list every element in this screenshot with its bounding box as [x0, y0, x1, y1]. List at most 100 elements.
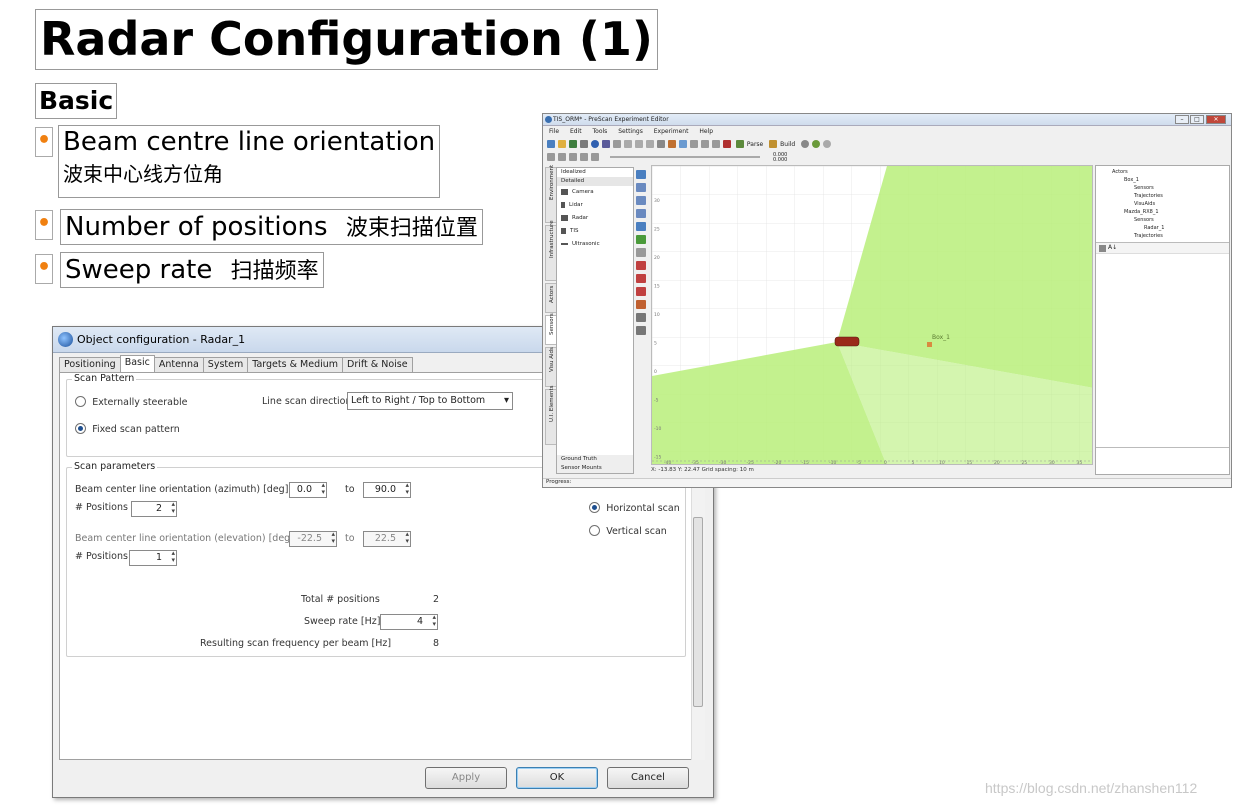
save-icon[interactable] — [569, 140, 577, 148]
play-icon[interactable] — [569, 153, 577, 161]
dialog-scrollbar-thumb[interactable] — [693, 517, 703, 707]
tab-positioning[interactable]: Positioning — [59, 357, 121, 373]
tab-antenna[interactable]: Antenna — [153, 357, 204, 373]
library-item-radar[interactable]: Radar — [557, 212, 633, 225]
road-icon[interactable] — [668, 140, 676, 148]
select-tool-icon[interactable] — [636, 170, 646, 179]
library-item-camera[interactable]: Camera — [557, 186, 633, 199]
new-icon[interactable] — [547, 140, 555, 148]
library-item-lidar[interactable]: Lidar — [557, 199, 633, 212]
menu-file[interactable]: File — [549, 128, 559, 135]
layer-icon[interactable] — [712, 140, 720, 148]
close-icon[interactable]: ✕ — [1206, 115, 1226, 124]
build-icon[interactable] — [769, 140, 778, 148]
paste-icon[interactable] — [646, 140, 654, 148]
build-button[interactable]: Build — [780, 141, 795, 148]
grid-icon[interactable] — [701, 140, 709, 148]
zoom-icon[interactable] — [657, 140, 665, 148]
tree-node-trajectories[interactable]: Trajectories — [1102, 232, 1224, 240]
vertical-scan-radio[interactable]: Vertical scan — [589, 525, 667, 537]
settings-icon[interactable] — [823, 140, 832, 148]
step-back-icon[interactable] — [558, 153, 566, 161]
tab-system[interactable]: System — [202, 357, 249, 373]
azimuth-positions-stepper[interactable]: 2 — [131, 501, 177, 517]
parse-button[interactable]: Parse — [747, 141, 763, 148]
visualize-icon[interactable] — [812, 140, 821, 148]
stop-icon[interactable] — [580, 153, 588, 161]
tree-node-visuaids[interactable]: VisuAids — [1102, 200, 1224, 208]
horizontal-scan-radio[interactable]: Horizontal scan — [589, 502, 680, 514]
ego-car[interactable] — [834, 336, 860, 347]
sensor-tool-icon[interactable] — [636, 300, 646, 309]
tree-node-trajectories[interactable]: Trajectories — [1102, 192, 1224, 200]
move-tool-icon[interactable] — [636, 222, 646, 231]
record-icon[interactable] — [723, 140, 731, 148]
menu-tools[interactable]: Tools — [593, 128, 608, 135]
tab-basic[interactable]: Basic — [119, 355, 155, 373]
pan-tool-icon[interactable] — [636, 183, 646, 192]
scene-canvas[interactable]: 30 25 20 15 10 5 0 -5 -10 -15 -40 -35 -30 -25 -20 -15 -… — [651, 165, 1093, 465]
bullet-text-en: Beam centre line orientation — [63, 127, 436, 157]
radar-beam-icon[interactable] — [636, 274, 646, 283]
menu-settings[interactable]: Settings — [618, 128, 643, 135]
azimuth-to-stepper[interactable]: 90.0 — [363, 482, 411, 498]
library-item-ultrasonic[interactable]: Ultrasonic — [557, 238, 633, 251]
elevation-to-stepper[interactable]: 22.5 — [363, 531, 411, 547]
maximize-icon[interactable]: □ — [1190, 115, 1204, 124]
tree-node-mazda[interactable]: Mazda_RX8_1 — [1102, 208, 1224, 216]
globe-icon[interactable] — [636, 313, 646, 322]
step-forward-icon[interactable] — [591, 153, 599, 161]
tab-targets-medium[interactable]: Targets & Medium — [247, 357, 344, 373]
zoom-out-icon[interactable] — [636, 209, 646, 218]
menu-help[interactable]: Help — [699, 128, 713, 135]
apply-button[interactable]: Apply — [425, 767, 507, 789]
library-header-idealized[interactable]: Idealized — [557, 168, 633, 177]
measure-tool-icon[interactable] — [636, 248, 646, 257]
externally-steerable-radio[interactable]: Externally steerable — [75, 396, 188, 408]
minimize-icon[interactable]: – — [1175, 115, 1189, 124]
library-footer-sensor-mounts[interactable]: Sensor Mounts — [557, 464, 633, 473]
time-slider[interactable] — [609, 156, 760, 158]
azimuth-from-stepper[interactable]: 0.0 — [289, 482, 327, 498]
cut-icon[interactable] — [624, 140, 632, 148]
copy-icon[interactable] — [635, 140, 643, 148]
box-1-object[interactable] — [927, 342, 932, 347]
azimuth-label: Beam center line orientation (azimuth) [… — [75, 484, 314, 495]
elevation-from-stepper[interactable]: -22.5 — [289, 531, 337, 547]
categorized-icon[interactable] — [1099, 245, 1106, 252]
elevation-positions-stepper[interactable]: 1 — [129, 550, 177, 566]
undo-icon[interactable] — [602, 140, 610, 148]
tree-node-sensors[interactable]: Sensors — [1102, 216, 1224, 224]
menu-experiment[interactable]: Experiment — [654, 128, 689, 135]
tab-drift-noise[interactable]: Drift & Noise — [342, 357, 413, 373]
camera-icon[interactable] — [690, 140, 698, 148]
tree-node-radar[interactable]: Radar_1 — [1102, 224, 1224, 232]
fixed-scan-pattern-radio[interactable]: Fixed scan pattern — [75, 423, 180, 435]
tree-node-sensors[interactable]: Sensors — [1102, 184, 1224, 192]
redo-icon[interactable] — [613, 140, 621, 148]
print-icon[interactable] — [580, 140, 588, 148]
run-icon[interactable] — [801, 140, 810, 148]
tree-node-actors[interactable]: Actors — [1102, 168, 1224, 176]
sort-icon[interactable]: A↓ — [1108, 244, 1117, 251]
menu-edit[interactable]: Edit — [570, 128, 582, 135]
ok-button[interactable]: OK — [516, 767, 598, 789]
view-icon[interactable] — [679, 140, 687, 148]
library-item-tis[interactable]: TIS — [557, 225, 633, 238]
library-footer-ground-truth[interactable]: Ground Truth — [557, 455, 633, 464]
radar-beam-icon[interactable] — [636, 287, 646, 296]
radar-beam-icon[interactable] — [636, 261, 646, 270]
cancel-button[interactable]: Cancel — [607, 767, 689, 789]
prescan-titlebar[interactable]: TIS_ORM* - PreScan Experiment Editor – □… — [543, 114, 1231, 126]
open-icon[interactable] — [558, 140, 566, 148]
zoom-in-icon[interactable] — [636, 196, 646, 205]
path-tool-icon[interactable] — [636, 235, 646, 244]
sweep-rate-stepper[interactable]: 4 — [380, 614, 438, 630]
tree-node-box[interactable]: Box_1 — [1102, 176, 1224, 184]
rewind-icon[interactable] — [547, 153, 555, 161]
help-icon[interactable] — [591, 140, 599, 148]
terrain-icon[interactable] — [636, 326, 646, 335]
parse-icon[interactable] — [735, 140, 744, 148]
line-scan-direction-select[interactable]: Left to Right / Top to Bottom — [347, 392, 513, 410]
library-header-detailed[interactable]: Detailed — [557, 177, 633, 186]
